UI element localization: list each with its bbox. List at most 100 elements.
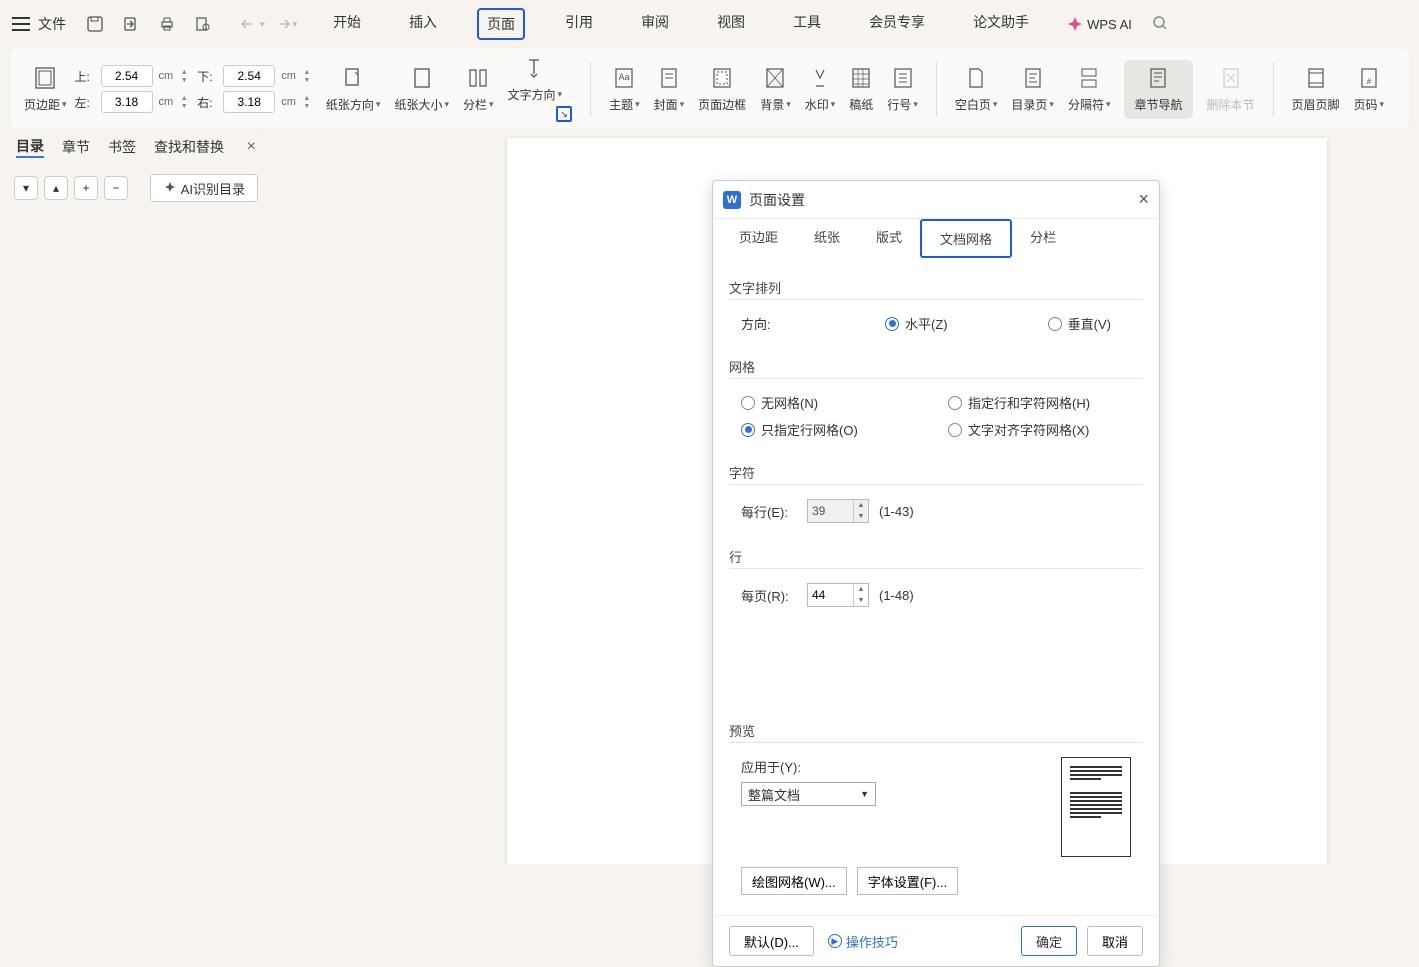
spinner-up[interactable]: ▲ [302,68,312,76]
line-number-button[interactable]: 行号▾ [887,66,918,113]
tab-reference[interactable]: 引用 [557,8,601,40]
ai-icon [163,181,177,195]
ok-button[interactable]: 确定 [1021,926,1077,956]
side-tab-toc[interactable]: 目录 [16,136,44,158]
side-close-icon[interactable]: × [247,138,256,156]
hamburger-menu-icon[interactable] [12,17,30,31]
radio-horizontal[interactable]: 水平(Z) [885,314,948,333]
paper-orientation-button[interactable]: 纸张方向▾ [326,66,381,113]
spinner-down[interactable]: ▼ [302,102,312,110]
header-footer-button[interactable]: 页眉页脚 [1292,66,1340,113]
radio-line-char-grid[interactable]: 指定行和字符网格(H) [948,393,1143,412]
spinner-down[interactable]: ▼ [854,595,868,606]
tab-insert[interactable]: 插入 [401,8,445,40]
file-menu[interactable]: 文件 [38,14,66,34]
export-icon[interactable] [122,15,140,33]
dialog-close-icon[interactable]: × [1138,189,1149,210]
text-direction-label: 文字方向 [508,86,556,103]
section-nav-button[interactable]: 章节导航 [1124,60,1192,119]
dialog-tab-grid[interactable]: 文档网格 [920,219,1012,258]
theme-button[interactable]: Aa主题▾ [609,66,640,113]
margin-left-input[interactable] [101,91,153,113]
blank-page-icon [964,66,988,90]
margin-bottom-input[interactable] [223,65,275,87]
save-icon[interactable] [86,15,104,33]
per-page-label: 每页(R): [741,586,797,605]
radio-line-only-grid[interactable]: 只指定行网格(O) [741,420,936,439]
spinner-down[interactable]: ▼ [302,76,312,84]
delete-section-button: 删除本节 [1207,66,1255,113]
columns-button[interactable]: 分栏▾ [463,66,494,113]
margin-right-input[interactable] [223,91,275,113]
dialog-tab-columns[interactable]: 分栏 [1012,219,1074,258]
spinner-up[interactable]: ▲ [302,94,312,102]
search-icon[interactable] [1152,15,1168,34]
page-setup-dialog-launcher[interactable]: ↘ [556,106,572,122]
svg-text:#: # [1367,77,1372,86]
collapse-up-button[interactable]: ▴ [44,176,68,200]
radio-vertical[interactable]: 垂直(V) [1048,314,1111,333]
tab-start[interactable]: 开始 [325,8,369,40]
dialog-app-icon: W [723,191,741,209]
lined-paper-button[interactable]: 稿纸 [849,66,873,113]
undo-button[interactable]: ▾ [240,17,265,31]
print-icon[interactable] [158,15,176,33]
side-tab-bookmark[interactable]: 书签 [108,137,136,157]
expand-down-button[interactable]: ▾ [14,176,38,200]
margin-top-input[interactable] [101,65,153,87]
spinner-up[interactable]: ▲ [179,94,189,102]
dialog-tab-paper[interactable]: 纸张 [796,219,858,258]
radio-char-align-grid[interactable]: 文字对齐字符网格(X) [948,420,1143,439]
dialog-tab-layout[interactable]: 版式 [858,219,920,258]
draw-grid-button[interactable]: 绘图网格(W)... [741,867,847,895]
default-button[interactable]: 默认(D)... [729,926,814,956]
blank-page-button[interactable]: 空白页▾ [955,66,998,113]
remove-button[interactable]: − [104,176,128,200]
add-button[interactable]: + [74,176,98,200]
per-page-input[interactable] [808,588,853,602]
tips-link[interactable]: ▶操作技巧 [828,932,898,951]
ai-toc-button[interactable]: AI识别目录 [150,174,258,202]
page-number-label: 页码 [1354,96,1378,113]
radio-no-grid[interactable]: 无网格(N) [741,393,936,412]
apply-to-select[interactable]: 整篇文档▼ [741,782,876,806]
line-number-label: 行号 [887,96,911,113]
wps-ai-button[interactable]: WPS AI [1067,16,1132,32]
tab-view[interactable]: 视图 [709,8,753,40]
line-char-grid-label: 指定行和字符网格(H) [968,393,1090,412]
radio-vertical-label: 垂直(V) [1068,314,1111,333]
spinner-up[interactable]: ▲ [854,584,868,595]
cover-button[interactable]: 封面▾ [654,66,685,113]
watermark-button[interactable]: 水印▾ [805,66,836,113]
theme-icon: Aa [612,66,636,90]
redo-button[interactable]: ▾ [273,17,298,31]
spinner-down[interactable]: ▼ [179,76,189,84]
page-number-icon: # [1357,66,1381,90]
page-number-button[interactable]: #页码▾ [1354,66,1385,113]
page-border-button[interactable]: 页面边框 [698,66,746,113]
separator-button[interactable]: 分隔符▾ [1068,66,1111,113]
tab-thesis[interactable]: 论文助手 [965,8,1037,40]
delete-section-icon [1219,66,1243,90]
spinner-up[interactable]: ▲ [179,68,189,76]
toc-page-button[interactable]: 目录页▾ [1011,66,1054,113]
page-margin-button[interactable]: 页边距▾ [24,66,67,113]
tab-page[interactable]: 页面 [477,8,525,40]
tab-review[interactable]: 审阅 [633,8,677,40]
dialog-tab-margin[interactable]: 页边距 [721,219,796,258]
cancel-button[interactable]: 取消 [1087,926,1143,956]
paper-size-label: 纸张大小 [394,96,442,113]
background-button[interactable]: 背景▾ [760,66,791,113]
side-tab-section[interactable]: 章节 [62,137,90,157]
per-line-input [808,504,853,518]
paper-size-button[interactable]: 纸张大小▾ [394,66,449,113]
spinner-up: ▲ [854,500,868,511]
font-setting-button[interactable]: 字体设置(F)... [857,867,958,895]
tab-tools[interactable]: 工具 [785,8,829,40]
print-preview-icon[interactable] [194,15,212,33]
unit-label: cm [281,70,296,82]
text-direction-button[interactable]: 文字方向▾ [508,56,563,103]
tab-member[interactable]: 会员专享 [861,8,933,40]
spinner-down[interactable]: ▼ [179,102,189,110]
side-tab-find[interactable]: 查找和替换 [154,137,224,157]
